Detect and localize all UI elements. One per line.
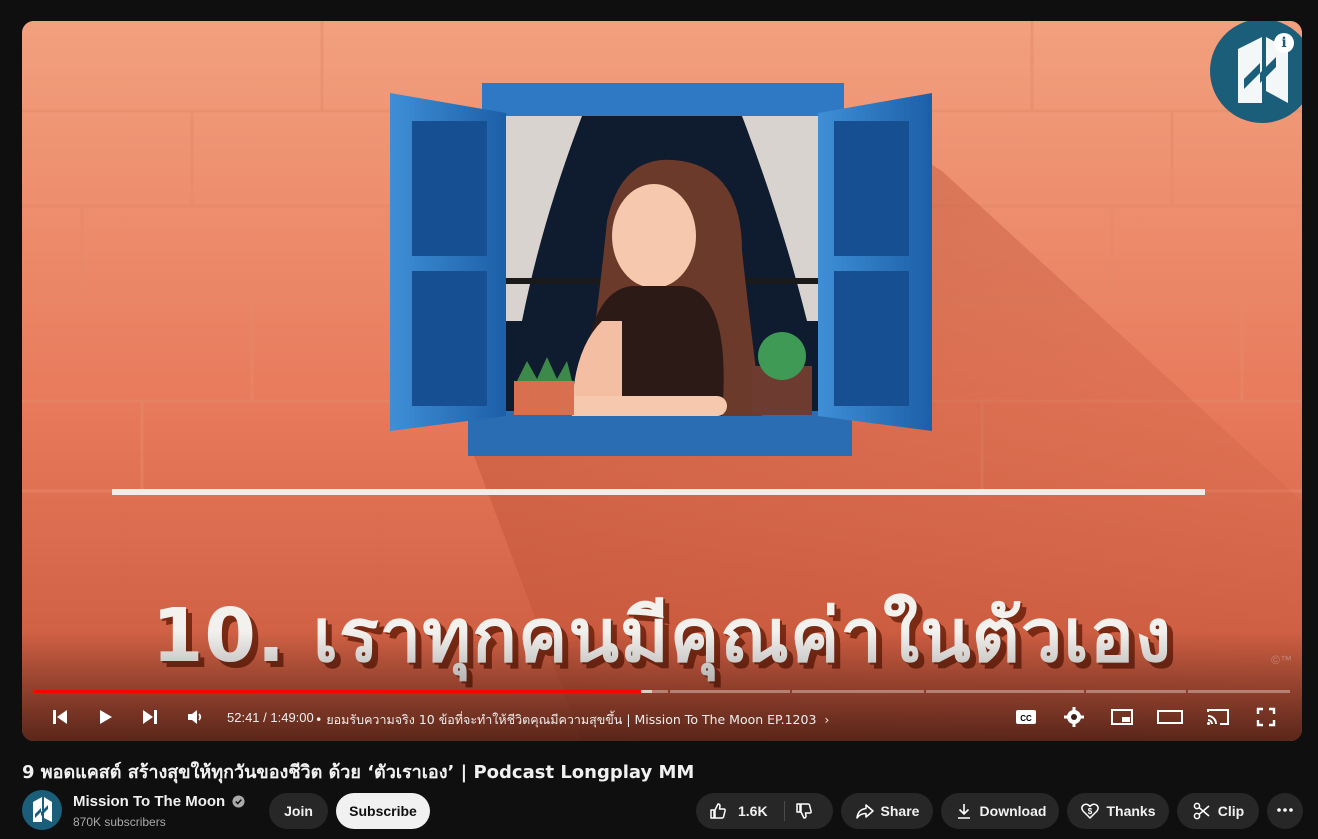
chapter-segment[interactable] [792, 690, 924, 693]
download-button[interactable]: Download [941, 793, 1059, 829]
like-count[interactable]: 1.6K [738, 803, 768, 819]
share-button[interactable]: Share [841, 793, 933, 829]
player-controls: 52:41 / 1:49:00 • ยอมรับความจริง 10 ข้อท… [22, 701, 1302, 733]
chapter-segment[interactable] [1086, 690, 1186, 693]
settings-icon[interactable] [1058, 701, 1090, 733]
subscribe-button[interactable]: Subscribe [336, 793, 430, 829]
channel-name[interactable]: Mission To The Moon [73, 793, 225, 810]
theater-icon[interactable] [1154, 701, 1186, 733]
like-divider [784, 801, 785, 821]
heart-dollar-icon: $ [1080, 801, 1100, 821]
chevron-right-icon: › [824, 712, 830, 727]
download-label: Download [979, 803, 1047, 819]
previous-icon[interactable] [44, 701, 76, 733]
avatar[interactable] [22, 790, 62, 830]
miniplayer-icon[interactable] [1106, 701, 1138, 733]
more-icon [1275, 800, 1295, 823]
volume-icon[interactable] [179, 701, 211, 733]
channel-avatar-icon [33, 797, 52, 822]
next-icon[interactable] [134, 701, 166, 733]
download-icon [954, 801, 974, 821]
video-player[interactable]: i 10. เราทุกคนมีคุณค่าในตัวเอง ©™ 52:41 … [22, 21, 1302, 741]
svg-text:$: $ [1088, 807, 1093, 816]
svg-text:CC: CC [1020, 714, 1032, 723]
fullscreen-icon[interactable] [1250, 701, 1282, 733]
channel-logo-watermark[interactable]: i [1210, 21, 1302, 123]
share-icon [855, 801, 875, 821]
cast-icon[interactable] [1202, 701, 1234, 733]
chapter-segment[interactable] [670, 690, 790, 693]
thanks-label: Thanks [1106, 803, 1156, 819]
played-fill [34, 690, 641, 693]
chapter-segment[interactable] [1188, 690, 1290, 693]
verified-icon [232, 795, 245, 813]
more-actions-button[interactable] [1267, 793, 1303, 829]
clip-button[interactable]: Clip [1177, 793, 1259, 829]
subscriber-count: 870K subscribers [73, 815, 166, 829]
cc-icon[interactable]: CC [1010, 701, 1042, 733]
scissors-icon [1192, 801, 1212, 821]
chapter-label: • ยอมรับความจริง 10 ข้อที่จะทำให้ชีวิตคุ… [315, 712, 817, 727]
progress-bar[interactable] [34, 690, 1290, 693]
join-button[interactable]: Join [269, 793, 328, 829]
video-title: 9 พอดแคสต์ สร้างสุขให้ทุกวันของชีวิต ด้ว… [22, 762, 695, 783]
share-label: Share [880, 803, 920, 819]
chapter-segment[interactable] [926, 690, 1084, 693]
chapter-title[interactable]: • ยอมรับความจริง 10 ข้อที่จะทำให้ชีวิตคุ… [315, 710, 829, 730]
time-display: 52:41 / 1:49:00 [227, 710, 314, 725]
info-icon[interactable]: i [1274, 33, 1294, 53]
like-dislike-group: 1.6K [696, 793, 833, 829]
thumbs-up-icon[interactable] [708, 801, 728, 821]
play-icon[interactable] [89, 701, 121, 733]
thanks-button[interactable]: $ Thanks [1067, 793, 1169, 829]
dislike-icon[interactable] [794, 801, 814, 824]
clip-label: Clip [1217, 803, 1245, 819]
